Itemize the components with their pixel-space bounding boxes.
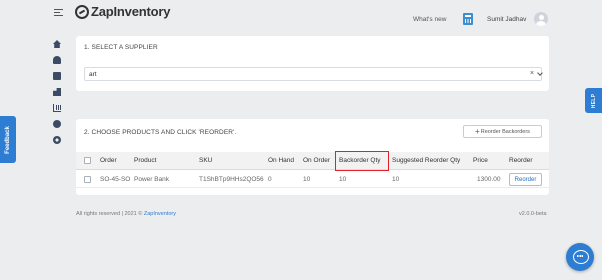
cell-sku: T1ShBTp9HHs2QO56 bbox=[199, 176, 264, 183]
users-icon[interactable] bbox=[53, 56, 61, 64]
col-on-hand[interactable]: On Hand bbox=[268, 157, 294, 164]
plus-icon: + bbox=[475, 126, 480, 136]
col-on-order[interactable]: On Order bbox=[303, 157, 330, 164]
footer-brand-link[interactable]: ZapInventory bbox=[144, 211, 176, 217]
cell-suggested-reorder-qty: 10 bbox=[392, 176, 400, 183]
home-icon[interactable] bbox=[53, 40, 61, 48]
chat-icon[interactable] bbox=[566, 243, 594, 271]
reorder-button[interactable]: Reorder bbox=[509, 173, 542, 186]
supplier-section-title: 1. SELECT A SUPPLIER bbox=[84, 44, 158, 51]
products-card: 2. CHOOSE PRODUCTS AND CLICK 'REORDER'. … bbox=[76, 119, 549, 195]
row-checkbox[interactable] bbox=[84, 176, 91, 183]
whats-new-link[interactable]: What's new bbox=[413, 16, 446, 23]
feedback-tab[interactable]: Feedback bbox=[0, 116, 16, 163]
supplier-select[interactable]: art × bbox=[84, 67, 543, 81]
cell-price: 1300.00 bbox=[477, 176, 501, 183]
supplier-card: 1. SELECT A SUPPLIER art × bbox=[76, 36, 549, 91]
cell-product: Power Bank bbox=[134, 176, 170, 183]
feedback-label: Feedback bbox=[5, 125, 11, 154]
table-header: Order Product SKU On Hand On Order Backo… bbox=[76, 152, 549, 170]
cell-backorder-qty: 10 bbox=[339, 176, 347, 183]
col-order[interactable]: Order bbox=[100, 157, 117, 164]
col-product[interactable]: Product bbox=[134, 157, 156, 164]
products-section-title: 2. CHOOSE PRODUCTS AND CLICK 'REORDER'. bbox=[84, 129, 237, 136]
logo-icon bbox=[75, 4, 89, 19]
clear-icon[interactable]: × bbox=[530, 70, 534, 77]
sidebar bbox=[53, 40, 62, 152]
cell-order: SO-45-SO bbox=[100, 176, 131, 183]
col-price[interactable]: Price bbox=[473, 157, 488, 164]
help-tab[interactable]: HELP bbox=[585, 88, 602, 113]
app-logo[interactable]: ZapInventory bbox=[75, 4, 170, 19]
supplier-select-value: art bbox=[89, 71, 97, 78]
backorder-qty-highlight bbox=[335, 151, 389, 171]
avatar[interactable] bbox=[534, 12, 548, 26]
top-navbar: ZapInventory What's new Sumit Jadhav bbox=[0, 0, 602, 34]
chart-icon[interactable] bbox=[53, 104, 61, 112]
select-all-checkbox[interactable] bbox=[84, 157, 91, 164]
cell-on-order: 10 bbox=[303, 176, 311, 183]
footer-rights: All rights reserved | 2021 © bbox=[76, 211, 143, 217]
circle-icon[interactable] bbox=[53, 120, 61, 128]
cell-on-hand: 0 bbox=[268, 176, 272, 183]
chevron-down-icon[interactable] bbox=[537, 70, 543, 76]
col-sku[interactable]: SKU bbox=[199, 157, 212, 164]
app-name: ZapInventory bbox=[91, 4, 171, 19]
reorder-backorders-label: Reorder Backorders bbox=[480, 128, 530, 135]
boxes-icon[interactable] bbox=[53, 88, 61, 96]
footer-copyright: All rights reserved | 2021 © ZapInventor… bbox=[76, 211, 176, 217]
table-row: SO-45-SO Power Bank T1ShBTp9HHs2QO56 0 1… bbox=[76, 171, 549, 188]
calculator-icon[interactable] bbox=[463, 13, 473, 25]
col-reorder: Reorder bbox=[509, 157, 533, 164]
box-icon[interactable] bbox=[53, 72, 61, 80]
gear-icon[interactable] bbox=[53, 136, 61, 144]
menu-toggle-icon[interactable] bbox=[54, 9, 63, 17]
help-label: HELP bbox=[590, 93, 597, 108]
footer-version: v2.0.0-beta bbox=[519, 211, 547, 217]
reorder-backorders-button[interactable]: + Reorder Backorders bbox=[463, 125, 542, 138]
col-suggested-reorder-qty[interactable]: Suggested Reorder Qty bbox=[392, 157, 460, 164]
user-name[interactable]: Sumit Jadhav bbox=[487, 16, 526, 23]
